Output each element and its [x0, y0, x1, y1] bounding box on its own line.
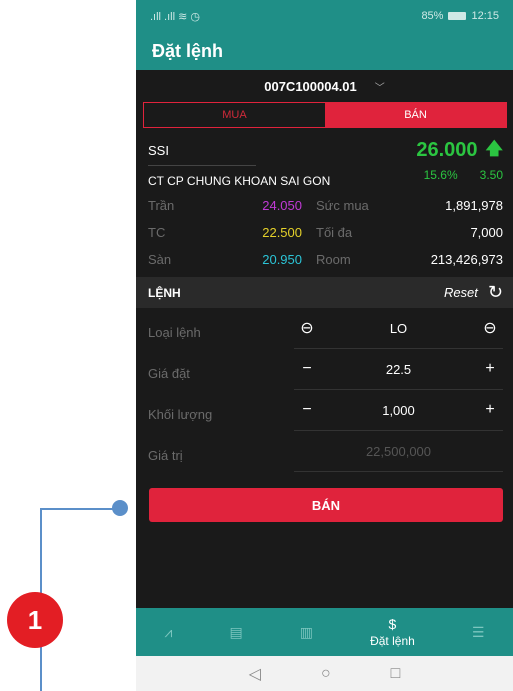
room-label: Room: [316, 252, 351, 267]
arrow-right-circle-icon[interactable]: ⊖: [479, 318, 501, 338]
account-number: 007C100004.01: [264, 78, 357, 94]
quantity-stepper: − 1,000 +: [294, 390, 503, 431]
dollar-icon: $: [388, 616, 397, 632]
signal-icons: .ıll .ıll ≋ ◷: [150, 10, 200, 23]
info-row-reference: TC 22.500 Tối đa 7,000: [148, 219, 503, 246]
account-selector[interactable]: 007C100004.01 ﹀: [136, 70, 513, 102]
order-type-selector: ⊖ LO ⊖: [294, 308, 503, 349]
status-right: 85% 12:15: [421, 10, 499, 22]
buying-power-value: 1,891,978: [445, 198, 503, 213]
value-row: Giá trị 22,500,000: [148, 431, 503, 472]
change-value: 3.50: [479, 168, 503, 182]
home-icon[interactable]: ○: [321, 665, 331, 683]
phone-screen: .ıll .ıll ≋ ◷ 85% 12:15 Đặt lệnh 007C100…: [136, 0, 513, 691]
value-display: 22,500,000: [294, 431, 503, 472]
status-bar: .ıll .ıll ≋ ◷ 85% 12:15: [136, 0, 513, 32]
reset-label: Reset: [443, 285, 478, 300]
symbol-divider: [148, 165, 256, 166]
buy-sell-toggle: MUA BÁN: [143, 102, 507, 128]
sell-submit-button[interactable]: BÁN: [149, 488, 503, 522]
info-row-floor: Sàn 20.950 Room 213,426,973: [148, 246, 503, 273]
price-row: Giá đặt − 22.5 +: [148, 349, 503, 390]
nav-place-order[interactable]: $ Đặt lệnh: [370, 616, 415, 648]
order-type-value: LO: [389, 320, 408, 336]
chevron-down-icon: ﹀: [374, 82, 385, 94]
bottom-nav: ⩘ ▤ ▥ $ Đặt lệnh ☰: [136, 608, 513, 656]
app-header: Đặt lệnh: [136, 32, 513, 70]
value-label: Giá trị: [148, 448, 183, 463]
company-name: CT CP CHUNG KHOAN SAI GON: [148, 174, 331, 188]
nav-chart[interactable]: ⩘: [165, 624, 173, 641]
battery-icon: [448, 12, 467, 20]
recents-icon[interactable]: □: [391, 665, 401, 683]
battery-percent: 85%: [421, 10, 444, 22]
section-title: LỆNH: [148, 285, 181, 300]
buying-power-label: Sức mua: [316, 198, 369, 213]
nav-book[interactable]: ▥: [300, 624, 313, 641]
page-title: Đặt lệnh: [152, 40, 224, 61]
order-type-row: Loại lệnh ⊖ LO ⊖: [148, 308, 503, 349]
price-info: Trần 24.050 Sức mua 1,891,978 TC 22.500 …: [136, 188, 513, 273]
order-section-header: LỆNH Reset ↻: [136, 277, 513, 308]
stock-symbol[interactable]: SSI: [148, 143, 169, 158]
quantity-input[interactable]: 1,000: [318, 403, 479, 418]
stock-summary: SSI 26.000 🡅 CT CP CHUNG KHOAN SAI GON 1…: [136, 128, 513, 188]
max-label: Tối đa: [316, 225, 353, 240]
price-decrease-button[interactable]: −: [296, 360, 318, 378]
nav-menu[interactable]: ☰: [472, 624, 485, 641]
refresh-icon: ↻: [487, 282, 503, 302]
price-stepper: − 22.5 +: [294, 349, 503, 390]
max-value: 7,000: [470, 225, 503, 240]
price-increase-button[interactable]: +: [479, 360, 501, 378]
info-row-ceiling: Trần 24.050 Sức mua 1,891,978: [148, 192, 503, 219]
reset-button[interactable]: Reset ↻: [444, 282, 503, 303]
quantity-row: Khối lượng − 1,000 +: [148, 390, 503, 431]
order-value: 22,500,000: [365, 443, 432, 459]
price-label: Giá đặt: [148, 366, 190, 381]
quantity-label: Khối lượng: [148, 407, 213, 422]
ceiling-value: 24.050: [262, 198, 302, 213]
list-icon: ▤: [229, 623, 243, 640]
reference-value: 22.500: [262, 225, 302, 240]
stock-price-wrap: 26.000 🡅: [416, 136, 503, 165]
callout-connector: [40, 508, 120, 510]
tab-sell[interactable]: BÁN: [325, 103, 506, 127]
floor-label: Sàn: [148, 252, 172, 267]
ceiling-label: Trần: [148, 198, 175, 213]
back-icon[interactable]: ◁: [249, 664, 261, 684]
change-percent: 15.6%: [423, 168, 458, 182]
system-nav: ◁ ○ □: [136, 656, 513, 691]
arrow-left-circle-icon[interactable]: ⊖: [296, 318, 318, 338]
arrow-up-icon: 🡅: [485, 139, 503, 158]
quantity-decrease-button[interactable]: −: [296, 401, 318, 419]
order-form: Loại lệnh ⊖ LO ⊖ Giá đặt − 22.5 + Khối l…: [136, 308, 513, 472]
floor-value: 20.950: [262, 252, 302, 267]
clock: 12:15: [471, 10, 499, 22]
nav-place-order-label: Đặt lệnh: [370, 634, 415, 648]
quantity-increase-button[interactable]: +: [479, 401, 501, 419]
nav-list[interactable]: ▤: [230, 624, 243, 641]
menu-icon: ☰: [471, 623, 485, 640]
tab-buy[interactable]: MUA: [144, 103, 325, 127]
callout-badge: 1: [7, 592, 63, 648]
room-value: 213,426,973: [430, 252, 503, 267]
price-input[interactable]: 22.5: [318, 362, 479, 377]
chart-icon: ⩘: [164, 623, 173, 640]
book-icon: ▥: [299, 623, 314, 640]
order-type-label: Loại lệnh: [148, 325, 201, 340]
price-change: 15.6% 3.50: [424, 168, 503, 182]
reference-label: TC: [148, 225, 166, 240]
callout-dot: [112, 500, 128, 516]
stock-price: 26.000: [416, 139, 478, 161]
